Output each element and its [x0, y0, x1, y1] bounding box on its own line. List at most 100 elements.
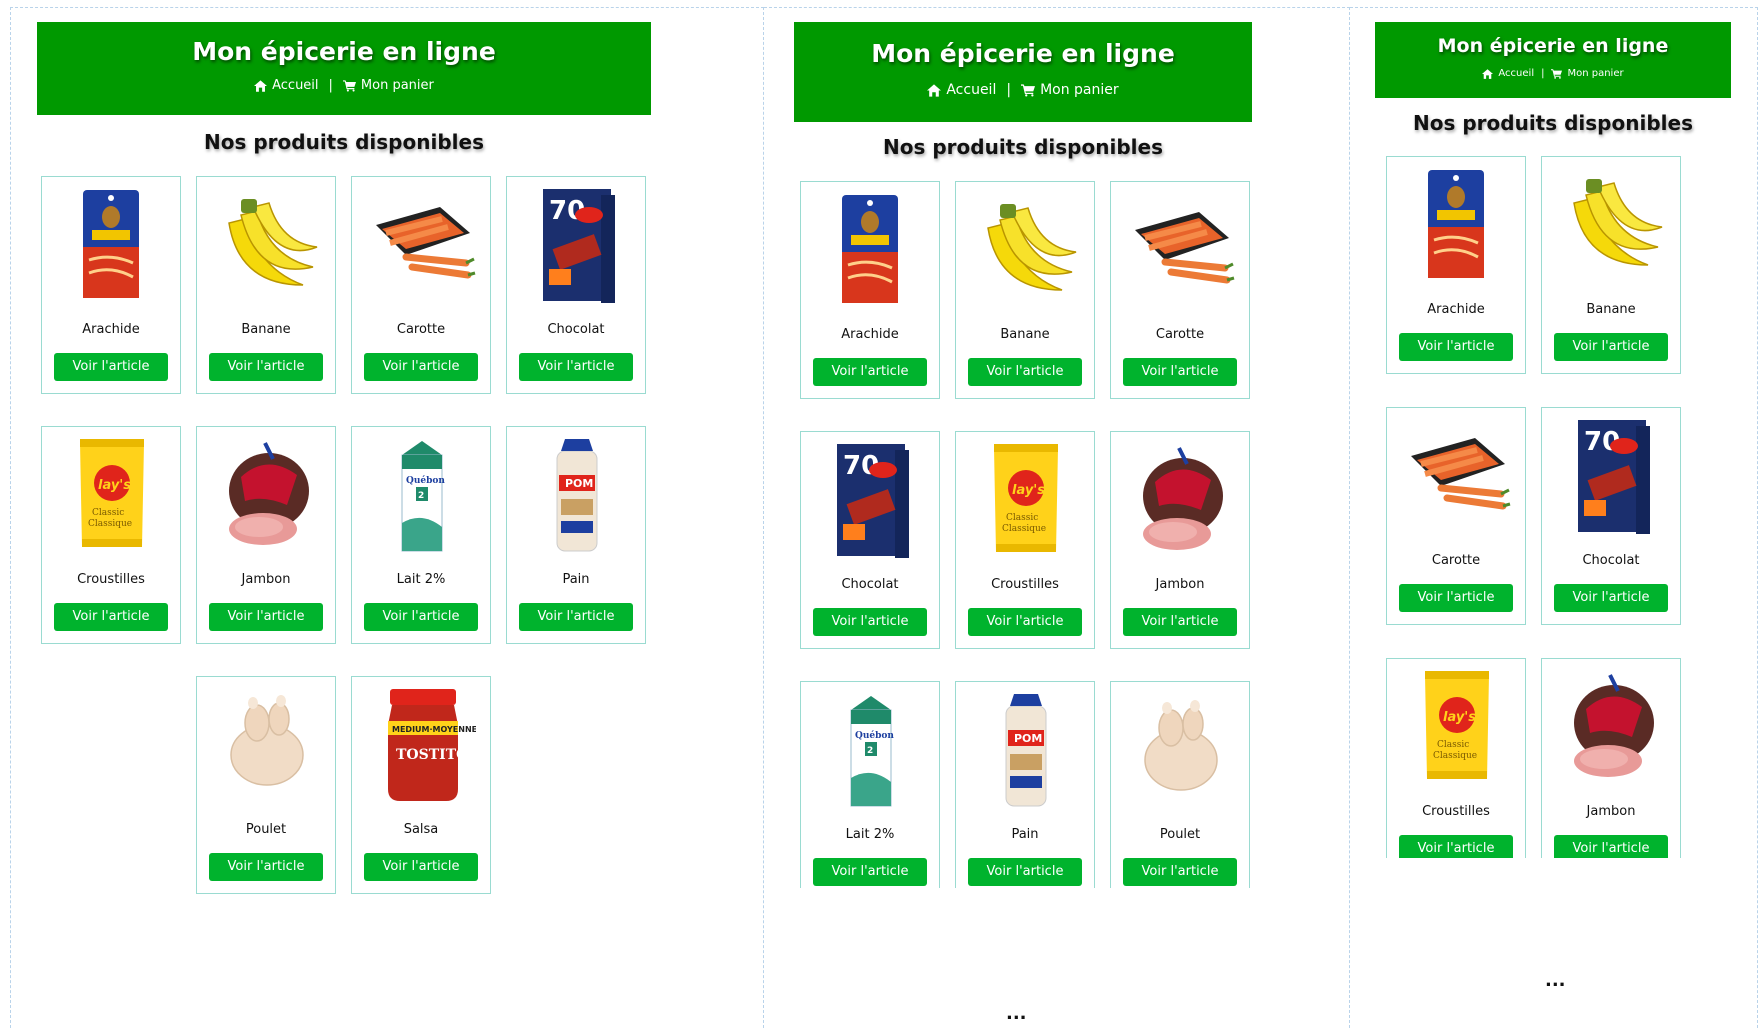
product-card: 70 Chocolat Voir l'article — [800, 431, 940, 649]
product-card: Banane Voir l'article — [196, 176, 336, 394]
product-name: Lait 2% — [845, 827, 895, 842]
product-image: 70 — [1542, 416, 1680, 536]
view-article-button[interactable]: Voir l'article — [54, 353, 168, 381]
nav-home-label: Accueil — [946, 82, 997, 98]
svg-text:POM: POM — [1014, 732, 1042, 745]
svg-text:Classique: Classique — [1433, 751, 1477, 761]
ham-image — [1574, 674, 1654, 777]
carrot-image — [1411, 438, 1511, 510]
chocolate-box-image: 70 — [1578, 420, 1650, 534]
main-nav: Accueil | Mon panier — [794, 82, 1252, 98]
nav-cart-link[interactable]: Mon panier — [1021, 82, 1119, 98]
view-article-button[interactable]: Voir l'article — [519, 353, 633, 381]
product-image: POM — [956, 690, 1094, 810]
home-icon — [927, 83, 942, 97]
view-article-button[interactable]: Voir l'article — [1123, 608, 1237, 636]
product-card: Poulet Voir l'article — [196, 676, 336, 894]
view-article-button[interactable]: Voir l'article — [209, 853, 323, 881]
nav-cart-label: Mon panier — [1040, 82, 1119, 98]
view-article-button[interactable]: Voir l'article — [1123, 358, 1237, 386]
carrot-image — [1135, 212, 1235, 284]
view-article-button[interactable]: Voir l'article — [1123, 858, 1237, 886]
product-name: Croustilles — [991, 577, 1059, 592]
product-image — [1387, 165, 1525, 285]
view-article-button[interactable]: Voir l'article — [364, 603, 478, 631]
view-article-button[interactable]: Voir l'article — [364, 353, 478, 381]
view-article-button[interactable]: Voir l'article — [968, 608, 1082, 636]
product-image: lay's Classic Classique — [1387, 667, 1525, 787]
product-card: Carotte Voir l'article — [1386, 407, 1526, 625]
carrot-image — [376, 207, 476, 279]
product-name: Jambon — [1586, 804, 1636, 819]
product-card: Banane Voir l'article — [955, 181, 1095, 399]
view-article-button[interactable]: Voir l'article — [519, 603, 633, 631]
product-name: Chocolat — [547, 322, 605, 337]
view-article-button[interactable]: Voir l'article — [209, 603, 323, 631]
product-card: Québon 2 Lait 2% Voir l'article — [351, 426, 491, 644]
nav-separator: | — [328, 78, 333, 93]
product-card: Banane Voir l'article — [1541, 156, 1681, 374]
view-article-button[interactable]: Voir l'article — [54, 603, 168, 631]
nav-home-link[interactable]: Accueil — [927, 82, 996, 98]
nav-cart-link[interactable]: Mon panier — [342, 78, 434, 93]
svg-text:lay's: lay's — [1443, 710, 1476, 725]
milk-carton-image: Québon 2 — [850, 696, 894, 807]
product-card: Poulet Voir l'article — [1110, 681, 1250, 888]
nav-separator: | — [1541, 68, 1545, 79]
product-image: 70 — [507, 185, 645, 305]
product-card: Jambon Voir l'article — [1110, 431, 1250, 649]
view-article-button[interactable]: Voir l'article — [1399, 333, 1513, 361]
svg-text:Classic: Classic — [1006, 513, 1038, 523]
product-image: Québon 2 — [801, 690, 939, 810]
section-title: Nos produits disponibles — [204, 130, 484, 154]
product-card: POM Pain Voir l'article — [955, 681, 1095, 888]
view-article-button[interactable]: Voir l'article — [813, 608, 927, 636]
nav-cart-label: Mon panier — [1567, 68, 1624, 79]
product-card: Carotte Voir l'article — [1110, 181, 1250, 399]
chocolate-box-image: 70 — [837, 444, 909, 558]
svg-text:Québon: Québon — [855, 730, 894, 741]
view-article-button[interactable]: Voir l'article — [813, 358, 927, 386]
view-article-button[interactable]: Voir l'article — [1399, 584, 1513, 612]
site-header: Mon épicerie en ligne Accueil | Mon pani… — [794, 22, 1252, 122]
view-article-button[interactable]: Voir l'article — [364, 853, 478, 881]
milk-carton-image: Québon 2 — [401, 441, 445, 552]
section-title: Nos produits disponibles — [883, 135, 1163, 159]
cart-icon — [1021, 83, 1036, 97]
nav-home-link[interactable]: Accueil — [1482, 68, 1534, 79]
product-card: lay's Classic Classique Croustilles Voir l'a… — [1386, 658, 1526, 858]
product-card: lay's Classic Classique Croustilles Voir l'a… — [955, 431, 1095, 649]
nav-home-link[interactable]: Accueil — [254, 78, 319, 93]
peanut-bag-image — [842, 195, 898, 303]
product-image — [42, 185, 180, 305]
view-article-button[interactable]: Voir l'article — [813, 858, 927, 886]
product-image — [197, 685, 335, 805]
ham-image — [229, 442, 309, 545]
chicken-image — [1144, 700, 1218, 791]
nav-cart-link[interactable]: Mon panier — [1551, 68, 1624, 79]
product-name: Croustilles — [77, 572, 145, 587]
product-image — [1387, 416, 1525, 536]
product-image — [1542, 667, 1680, 787]
view-article-button[interactable]: Voir l'article — [1554, 835, 1668, 858]
product-name: Arachide — [82, 322, 140, 337]
svg-text:POM: POM — [565, 477, 593, 490]
view-article-button[interactable]: Voir l'article — [968, 358, 1082, 386]
view-article-button[interactable]: Voir l'article — [968, 858, 1082, 886]
site-title: Mon épicerie en ligne — [871, 39, 1175, 68]
view-article-button[interactable]: Voir l'article — [1554, 333, 1668, 361]
product-image — [956, 190, 1094, 310]
product-image — [1111, 440, 1249, 560]
product-image: Québon 2 — [352, 435, 490, 555]
view-article-button[interactable]: Voir l'article — [1399, 835, 1513, 858]
section-title: Nos produits disponibles — [1413, 111, 1693, 135]
view-article-button[interactable]: Voir l'article — [1554, 584, 1668, 612]
view-article-button[interactable]: Voir l'article — [209, 353, 323, 381]
site-header: Mon épicerie en ligne Accueil | Mon pani… — [37, 22, 651, 115]
product-card: POM Pain Voir l'article — [506, 426, 646, 644]
product-image: lay's Classic Classique — [42, 435, 180, 555]
product-name: Jambon — [241, 572, 291, 587]
product-name: Croustilles — [1422, 804, 1490, 819]
svg-text:Classique: Classique — [1002, 524, 1046, 534]
product-name: Carotte — [396, 322, 446, 337]
